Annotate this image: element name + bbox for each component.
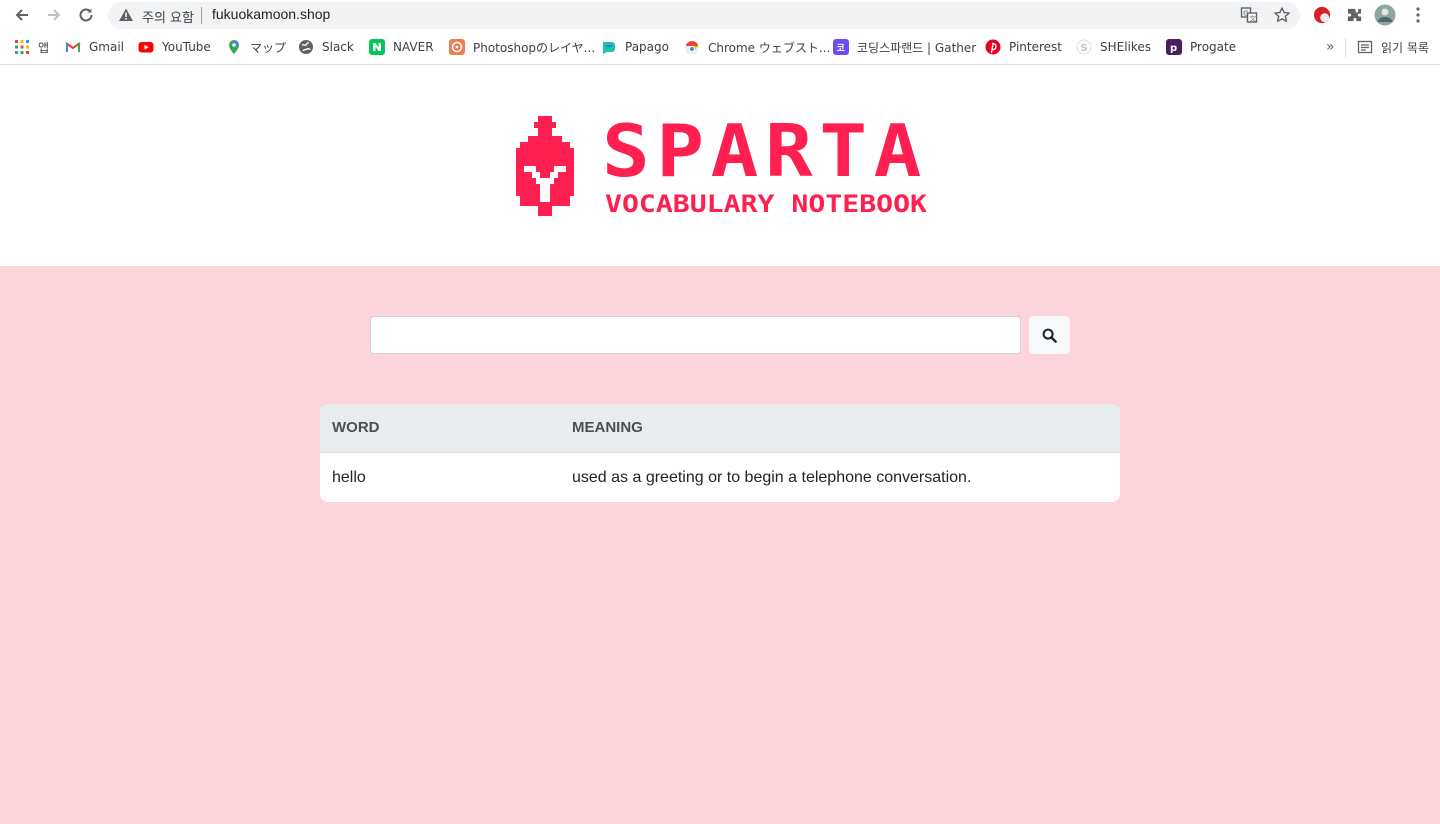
- word-cell[interactable]: hello: [332, 469, 366, 487]
- reload-button[interactable]: [74, 4, 98, 26]
- extensions-menu-button[interactable]: [1343, 4, 1365, 26]
- bookmark-label: Photoshopのレイヤ...: [473, 40, 596, 55]
- meaning-cell: used as a greeting or to begin a telepho…: [572, 469, 972, 486]
- bookmark-label: Papago: [625, 40, 669, 54]
- column-header-word: WORD: [332, 419, 380, 436]
- reading-list-icon: [1357, 40, 1373, 54]
- extension-button[interactable]: [1311, 4, 1333, 26]
- apps-grid-icon: [15, 40, 29, 54]
- overflow-chevron-icon: »: [1326, 39, 1335, 55]
- bookmark-label: Chrome ウェブスト...: [708, 40, 831, 55]
- bookmark-naver[interactable]: NAVER: [369, 38, 434, 56]
- more-vert-icon: [1416, 7, 1420, 23]
- bookmark-label: NAVER: [393, 40, 434, 54]
- search-input[interactable]: [370, 316, 1021, 354]
- globe-icon: [299, 40, 313, 54]
- table-header-row: WORD MEANING: [320, 404, 1120, 453]
- bookmarks-divider: [1345, 38, 1346, 57]
- arrow-left-icon: [15, 9, 28, 21]
- bookmark-gather[interactable]: 코 코딩스파랜드 | Gather: [833, 38, 976, 56]
- word-table: WORD MEANING hello used as a greeting or…: [320, 404, 1120, 502]
- bookmarks-overflow-button[interactable]: »: [1326, 38, 1335, 56]
- bookmark-label: YouTube: [162, 40, 211, 54]
- browser-toolbar: 주의 요함 fukuokamoon.shop G文: [0, 0, 1440, 31]
- naver-icon: [369, 39, 385, 55]
- bookmark-label: SHElikes: [1100, 40, 1152, 54]
- profile-button[interactable]: [1374, 4, 1396, 26]
- chrome-webstore-icon: [685, 41, 699, 54]
- avatar: [1374, 4, 1396, 26]
- warning-icon: [119, 8, 133, 21]
- translate-icon[interactable]: G文: [1240, 6, 1258, 24]
- bookmark-progate[interactable]: p Progate: [1166, 38, 1236, 56]
- search-icon: [1042, 328, 1057, 343]
- pinterest-icon: [985, 39, 1001, 55]
- forward-button[interactable]: [42, 4, 66, 26]
- bookmark-star-icon[interactable]: [1273, 6, 1291, 24]
- svg-text:코: 코: [837, 43, 845, 54]
- arrow-right-icon: [48, 9, 61, 21]
- red-extension-icon: [1313, 6, 1331, 24]
- bookmark-apps[interactable]: 앱: [14, 38, 49, 56]
- bookmark-pinterest[interactable]: Pinterest: [985, 38, 1062, 56]
- bookmark-chrome-webstore[interactable]: Chrome ウェブスト...: [684, 38, 830, 56]
- bookmark-label: 앱: [38, 40, 50, 55]
- bookmark-label: 코딩스파랜드 | Gather: [857, 40, 977, 55]
- bookmark-youtube[interactable]: YouTube: [138, 38, 211, 56]
- browser-menu-button[interactable]: [1407, 4, 1429, 26]
- bookmark-label: Gmail: [89, 40, 125, 54]
- progate-icon: p: [1166, 39, 1182, 55]
- svg-text:p: p: [1170, 43, 1177, 54]
- bookmark-photoshop[interactable]: Photoshopのレイヤ...: [449, 38, 595, 56]
- logo-subtitle: VOCABULARY NOTEBOOK: [605, 190, 928, 218]
- bookmark-label: Pinterest: [1009, 40, 1063, 54]
- search-button[interactable]: [1029, 316, 1070, 354]
- bookmark-label: マップ: [250, 40, 287, 55]
- address-divider: [201, 7, 202, 24]
- bookmarks-bar: 앱 Gmail YouTube マップ Slack NAVER Photosho…: [0, 31, 1440, 65]
- papago-icon: [603, 42, 615, 54]
- svg-text:文: 文: [1250, 14, 1257, 23]
- logo-title: SPARTA: [602, 114, 928, 193]
- gather-icon: 코: [833, 39, 849, 55]
- reading-list-label: 읽기 목록: [1381, 40, 1429, 55]
- svg-text:G: G: [1243, 10, 1248, 18]
- address-bar[interactable]: 주의 요함 fukuokamoon.shop G文: [108, 2, 1300, 29]
- shelikes-icon: S: [1076, 39, 1092, 55]
- bookmark-slack[interactable]: Slack: [298, 38, 354, 56]
- reading-list-button[interactable]: 읽기 목록: [1357, 38, 1429, 56]
- back-button[interactable]: [10, 4, 34, 26]
- bookmark-label: Progate: [1190, 40, 1237, 54]
- svg-text:S: S: [1081, 43, 1088, 54]
- security-status-label[interactable]: 주의 요함: [142, 7, 194, 26]
- bookmark-label: Slack: [322, 40, 354, 54]
- sparta-logo[interactable]: SPARTA VOCABULARY NOTEBOOK: [512, 114, 932, 218]
- bookmark-gmail[interactable]: Gmail: [65, 38, 124, 56]
- bookmark-maps[interactable]: マップ: [226, 38, 286, 56]
- main-content: WORD MEANING hello used as a greeting or…: [0, 266, 1440, 824]
- photoshop-icon: [449, 39, 465, 55]
- maps-icon: [229, 40, 239, 54]
- gmail-icon: [65, 42, 81, 52]
- bookmark-shelikes[interactable]: S SHElikes: [1076, 38, 1151, 56]
- page-header: SPARTA VOCABULARY NOTEBOOK: [0, 66, 1440, 266]
- column-header-meaning: MEANING: [572, 419, 643, 436]
- youtube-icon: [138, 42, 154, 53]
- bookmark-papago[interactable]: Papago: [601, 38, 669, 56]
- url-text[interactable]: fukuokamoon.shop: [212, 6, 330, 22]
- puzzle-icon: [1347, 8, 1361, 21]
- reload-icon: [79, 8, 93, 22]
